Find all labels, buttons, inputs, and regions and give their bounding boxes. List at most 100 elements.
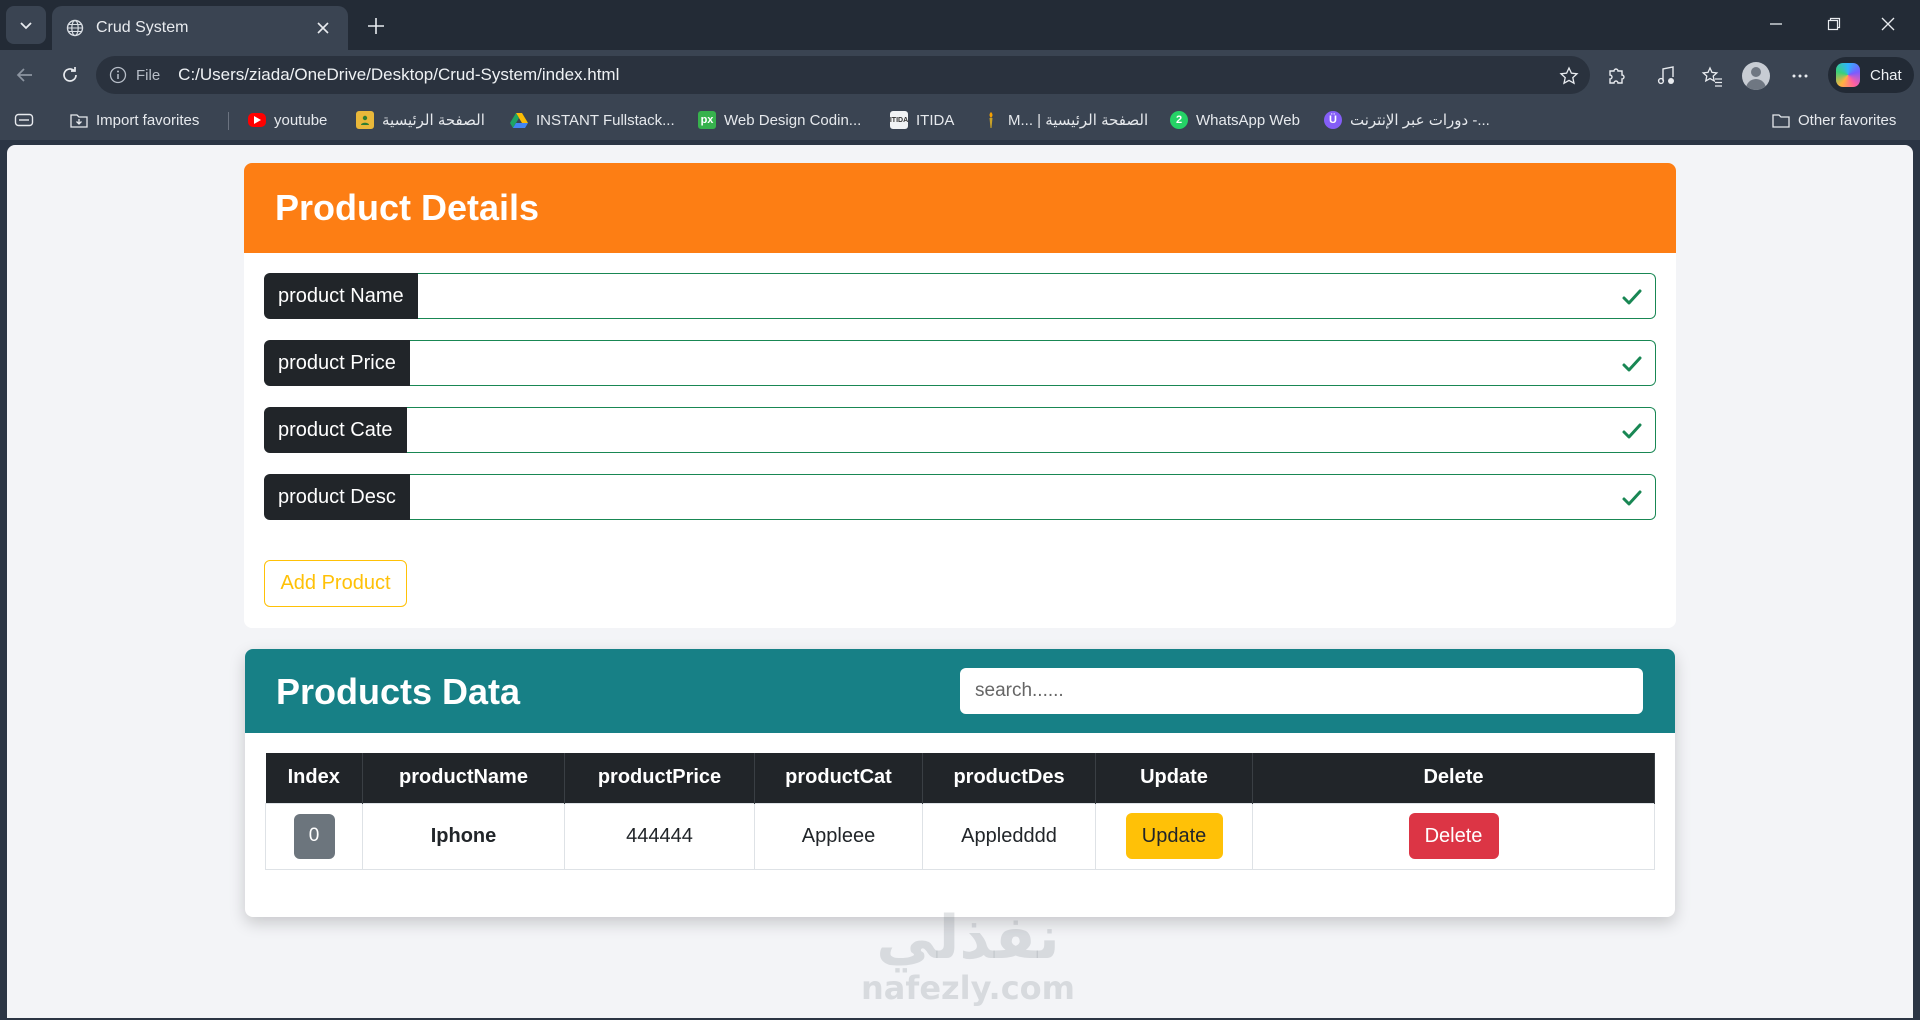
check-icon [1622,490,1642,506]
px-icon: px [698,111,716,129]
close-window-button[interactable] [1868,8,1908,40]
import-folder-icon [70,111,88,129]
favorites-icon [1701,66,1722,87]
index-badge: 0 [293,813,335,859]
bookmark-label: WhatsApp Web [1196,111,1300,129]
bookmark-instant-fullstack[interactable]: INSTANT Fullstack... [510,108,675,132]
favorites-button[interactable] [1698,62,1726,90]
bookmark-web-design[interactable]: px Web Design Codin... [698,108,861,132]
bookmark-label: ITIDA [916,111,955,129]
product-category-input[interactable] [406,407,1656,453]
torch-icon [982,111,1000,129]
classroom-icon [356,111,374,129]
page-viewport: Product Details product Name product Pri… [7,145,1913,1018]
add-product-button[interactable]: Add Product [264,560,407,607]
globe-icon [66,19,84,37]
bookmark-home-ar[interactable]: الصفحة الرئيسية [356,108,485,132]
drive-icon [510,111,528,129]
products-data-title: Products Data [276,671,521,712]
product-category-group: product Cate [264,407,1656,453]
back-button[interactable] [8,58,42,92]
cell-index: 0 [265,802,363,870]
refresh-icon [63,67,77,82]
update-button[interactable]: Update [1125,813,1223,859]
nafezly-watermark: نفذلي nafezly.com [853,905,1083,1005]
bookmark-import-favorites[interactable]: Import favorites [70,108,199,132]
column-header-index: Index [265,753,363,803]
bookmark-label: M... | الصفحة الرئيسية [1008,112,1149,129]
product-price-group: product Price [264,340,1656,386]
close-icon [1881,17,1895,31]
bookmark-courses[interactable]: Ü دورات عبر الإنترنت -... [1324,108,1490,132]
plus-icon [368,18,384,34]
search-input[interactable] [960,668,1643,714]
copilot-chat-button[interactable]: Chat [1828,57,1914,93]
column-header-delete: Delete [1252,753,1655,803]
media-button[interactable] [1652,62,1680,90]
bookmark-youtube[interactable]: youtube [248,108,327,132]
folder-icon [1772,111,1790,129]
product-price-input[interactable] [409,340,1656,386]
music-note-icon [1657,66,1674,85]
address-bar[interactable]: File C:/Users/ziada/OneDrive/Desktop/Cru… [96,56,1590,94]
url-text[interactable]: C:/Users/ziada/OneDrive/Desktop/Crud-Sys… [178,65,619,85]
refresh-button[interactable] [53,58,87,92]
cell-product-name: Iphone [362,802,565,870]
cell-update: Update [1095,802,1253,870]
bookmarks-toggle[interactable] [14,108,34,132]
browser-toolbar: File C:/Users/ziada/OneDrive/Desktop/Cru… [0,50,1920,100]
tab-strip: Crud System [0,0,1920,50]
product-description-input[interactable] [409,474,1656,520]
bookmark-other-favorites[interactable]: Other favorites [1772,108,1896,132]
check-icon [1622,423,1642,439]
restore-button[interactable] [1814,8,1854,40]
tab-crud-system[interactable]: Crud System [52,6,348,50]
table-header-row: Index productName productPrice productCa… [265,753,1655,803]
products-data-card: Products Data Index productName productP… [245,649,1675,917]
puzzle-icon [1609,68,1625,84]
copilot-icon [1836,63,1860,87]
bookmark-label: Other favorites [1798,111,1897,129]
bookmark-label: INSTANT Fullstack... [536,111,675,129]
bookmark-label: Web Design Codin... [724,111,862,129]
restore-icon [1827,17,1841,31]
watermark-latin: nafezly.com [861,969,1075,1007]
itida-icon: ITIDA [890,111,908,129]
add-favorite-button[interactable] [1558,65,1580,87]
tab-actions-icon [14,113,34,127]
cell-product-category: Appleee [754,802,923,870]
bookmarks-bar: Import favorites youtube الصفحة الرئيسية… [0,100,1920,140]
tab-title: Crud System [96,19,189,36]
bookmark-whatsapp[interactable]: 2 WhatsApp Web [1170,108,1300,132]
bookmark-label: الصفحة الرئيسية [382,112,485,129]
bookmark-itida[interactable]: ITIDA ITIDA [890,108,954,132]
star-outline-icon [1559,66,1579,85]
arrow-left-icon [16,68,32,82]
column-header-price: productPrice [564,753,755,803]
cell-product-price: 444444 [564,802,755,870]
info-icon[interactable] [108,65,128,85]
bookmark-m-home[interactable]: M... | الصفحة الرئيسية [982,108,1148,132]
chevron-down-icon [20,22,32,30]
tab-close-button[interactable] [312,17,334,39]
bookmark-label: Import favorites [96,111,200,129]
cell-delete: Delete [1252,802,1655,870]
delete-button[interactable]: Delete [1408,813,1499,859]
product-description-group: product Desc [264,474,1656,520]
product-details-header: Product Details [244,163,1676,253]
cell-product-description: Appledddd [922,802,1096,870]
bookmark-label: دورات عبر الإنترنت -... [1350,112,1490,129]
tab-list-button[interactable] [6,6,46,44]
udemy-icon: Ü [1324,111,1342,129]
new-tab-button[interactable] [362,12,390,40]
column-header-category: productCat [754,753,923,803]
bookmark-label: youtube [274,111,328,129]
minimize-button[interactable] [1756,8,1796,40]
extensions-button[interactable] [1602,62,1630,90]
youtube-icon [248,113,266,127]
profile-avatar[interactable] [1742,62,1770,90]
product-name-input[interactable] [417,273,1656,319]
more-menu-button[interactable] [1786,62,1814,90]
close-icon [317,22,329,34]
column-header-update: Update [1095,753,1253,803]
